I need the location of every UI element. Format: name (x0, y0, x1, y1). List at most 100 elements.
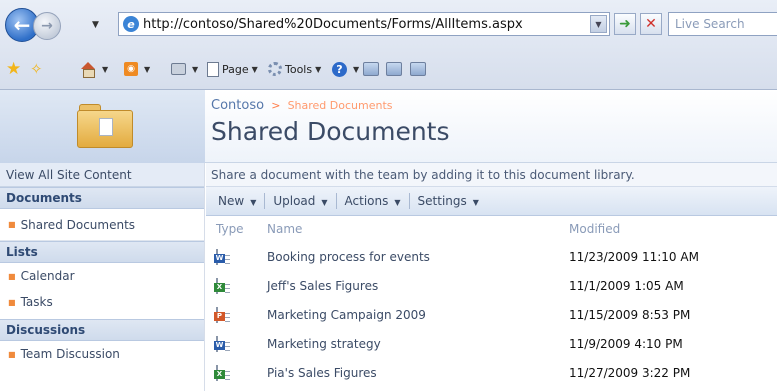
blog-button[interactable] (386, 60, 405, 78)
sidebar-item-tasks[interactable]: ■ Tasks (0, 289, 204, 315)
breadcrumb-separator: > (271, 99, 281, 112)
sidebar-item-team-discussion[interactable]: ■ Team Discussion (0, 341, 204, 367)
page-menu[interactable]: Page ▼ (207, 60, 258, 78)
print-button[interactable]: ▼ (171, 60, 198, 78)
stop-icon: ✕ (645, 16, 657, 32)
address-url[interactable]: http://contoso/Shared%20Documents/Forms/… (143, 17, 523, 32)
actions-menu-label: Actions (344, 194, 389, 208)
search-input[interactable]: Live Search (668, 12, 777, 36)
modified-date: 11/27/2009 3:22 PM (569, 365, 691, 380)
new-menu-label: New (218, 194, 245, 208)
word-doc-icon[interactable]: W (214, 248, 230, 265)
upload-menu-label: Upload (273, 194, 316, 208)
actions-menu-button[interactable]: Actions ▼ (337, 194, 409, 208)
chevron-down-icon: ▼ (315, 64, 322, 74)
chevron-down-icon: ▼ (321, 198, 328, 207)
feeds-button[interactable]: ◉ ▼ (124, 60, 150, 78)
bullet-icon: ■ (8, 271, 16, 281)
research-icon (363, 62, 379, 76)
page-icon (207, 61, 219, 77)
printer-icon (171, 63, 186, 75)
ie-page-icon: e (123, 16, 139, 32)
breadcrumb: Contoso > Shared Documents (211, 98, 393, 113)
home-icon (80, 62, 96, 78)
modified-date: 11/9/2009 4:10 PM (569, 336, 683, 351)
sidebar-item-label: Tasks (20, 295, 53, 309)
list-header-row: Type Name Modified (206, 216, 777, 242)
modified-date: 11/1/2009 1:05 AM (569, 278, 684, 293)
settings-menu-label: Settings (417, 194, 467, 208)
chevron-down-icon: ▼ (251, 64, 258, 74)
tools-menu[interactable]: Tools ▼ (268, 60, 321, 78)
powerpoint-doc-icon[interactable]: P (214, 306, 230, 323)
excel-doc-icon[interactable]: X (214, 364, 230, 381)
document-name-link[interactable]: Booking process for events (267, 250, 430, 264)
page-title: Shared Documents (211, 117, 450, 146)
document-name-link[interactable]: Pia's Sales Figures (267, 366, 377, 380)
back-arrow-icon: ← (13, 13, 31, 37)
breadcrumb-site-link[interactable]: Contoso (211, 98, 264, 113)
excel-doc-icon[interactable]: X (214, 277, 230, 294)
browser-chrome: ← → ▼ e http://contoso/Shared%20Document… (0, 0, 777, 90)
site-logo-area (0, 90, 205, 163)
modified-date: 11/15/2009 8:53 PM (569, 307, 691, 322)
document-library: Share a document with the team by adding… (206, 163, 777, 391)
table-row: X Pia's Sales Figures 11/27/2009 3:22 PM (206, 358, 777, 387)
address-bar[interactable]: e http://contoso/Shared%20Documents/Form… (118, 12, 610, 36)
bullet-icon: ■ (8, 297, 16, 307)
sidebar-item-calendar[interactable]: ■ Calendar (0, 263, 204, 289)
bullet-icon: ■ (8, 220, 16, 229)
table-row: X Jeff's Sales Figures 11/1/2009 1:05 AM (206, 271, 777, 300)
chevron-down-icon: ▼ (353, 64, 360, 74)
sidebar-heading-discussions[interactable]: Discussions (0, 319, 204, 341)
tools-menu-label: Tools (285, 62, 313, 76)
view-all-site-content-link[interactable]: View All Site Content (0, 163, 204, 187)
help-icon: ? (332, 61, 347, 77)
list-toolbar: New ▼ Upload ▼ Actions ▼ Settings ▼ (206, 187, 777, 216)
document-name-link[interactable]: Marketing Campaign 2009 (267, 308, 426, 322)
stop-button[interactable]: ✕ (640, 13, 662, 35)
chevron-down-icon: ▼ (250, 198, 257, 207)
folder-icon[interactable] (77, 104, 133, 148)
sidebar-item-shared-documents[interactable]: ■ Shared Documents (0, 209, 204, 241)
chevron-down-icon: ▼ (192, 64, 199, 74)
sidebar-item-label: Team Discussion (20, 347, 120, 361)
home-button[interactable]: ▼ (80, 60, 108, 78)
research-button[interactable] (363, 60, 382, 78)
document-name-link[interactable]: Marketing strategy (267, 337, 381, 351)
document-icon (99, 118, 113, 136)
forward-button[interactable]: → (33, 12, 61, 40)
help-menu[interactable]: ? ▼ (332, 60, 359, 78)
column-header-name[interactable]: Name (267, 222, 302, 236)
history-dropdown-icon[interactable]: ▼ (92, 20, 99, 30)
command-bar: ★ ✧ ▼ ◉ ▼ ▼ Page ▼ Tools ▼ ? ▼ (0, 52, 777, 84)
settings-menu-button[interactable]: Settings ▼ (410, 194, 487, 208)
rss-feed-icon: ◉ (124, 62, 138, 76)
onenote-button[interactable] (410, 60, 429, 78)
onenote-icon (410, 62, 426, 76)
chevron-down-icon: ▼ (102, 64, 109, 74)
chevron-down-icon: ▼ (144, 64, 151, 74)
sidebar-heading-documents[interactable]: Documents (0, 187, 204, 209)
address-dropdown-icon[interactable]: ▼ (590, 15, 607, 33)
favorites-star-icon: ★ (6, 59, 22, 79)
column-header-modified[interactable]: Modified (569, 222, 620, 236)
blog-icon (386, 62, 402, 76)
go-arrow-icon: ➜ (619, 16, 631, 32)
column-header-type[interactable]: Type (216, 222, 244, 236)
document-name-link[interactable]: Jeff's Sales Figures (267, 279, 378, 293)
forward-arrow-icon: → (41, 18, 53, 34)
table-row: P Marketing Campaign 2009 11/15/2009 8:5… (206, 300, 777, 329)
upload-menu-button[interactable]: Upload ▼ (265, 194, 335, 208)
chevron-down-icon: ▼ (394, 198, 401, 207)
favorites-button[interactable]: ★ (6, 60, 25, 78)
go-button[interactable]: ➜ (614, 13, 636, 35)
breadcrumb-current-link[interactable]: Shared Documents (288, 99, 393, 112)
add-favorite-button[interactable]: ✧ (30, 60, 49, 78)
sidebar-heading-lists[interactable]: Lists (0, 241, 204, 263)
sidebar-item-label: Shared Documents (20, 217, 136, 232)
word-doc-icon[interactable]: W (214, 335, 230, 352)
add-favorite-icon: ✧ (30, 60, 43, 78)
new-menu-button[interactable]: New ▼ (210, 194, 264, 208)
chevron-down-icon: ▼ (472, 198, 479, 207)
